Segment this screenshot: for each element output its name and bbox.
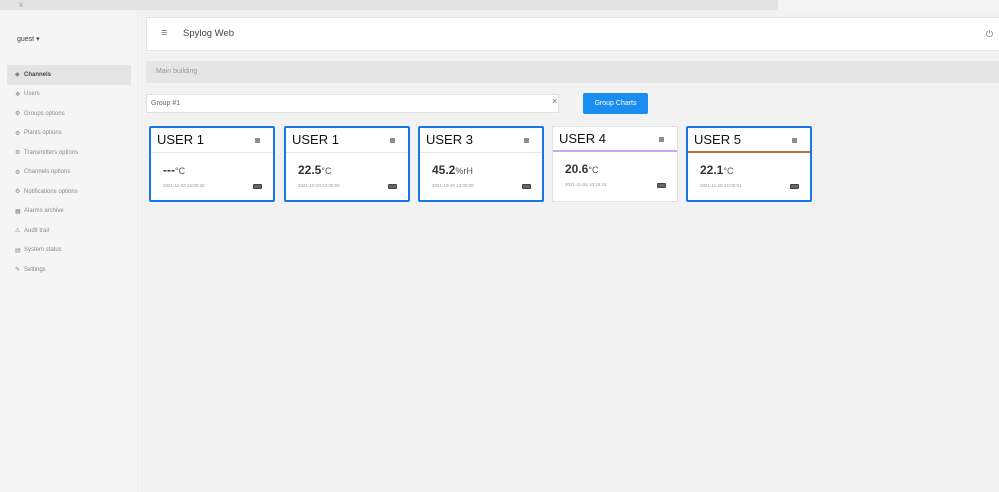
channel-name: USER 5: [694, 132, 741, 147]
status-square-icon: [524, 138, 529, 143]
channel-reading: ---°C: [163, 163, 185, 177]
sidebar-item-channels-options[interactable]: ⚙ Channels options: [7, 163, 131, 183]
reading-value: 22.5: [298, 163, 322, 177]
clear-group-icon[interactable]: ×: [552, 96, 557, 106]
status-square-icon: [255, 138, 260, 143]
sidebar-item-icon: ◆: [15, 72, 20, 79]
sidebar-nav: ◆ Channels ❖ Users ⚙ Groups options ⚙ Plants op…: [7, 65, 131, 280]
channel-card[interactable]: USER 5 22.1°C 2021-11-28 15:00:01: [686, 126, 812, 202]
reading-unit: °C: [175, 166, 186, 176]
breadcrumb: Main building: [146, 61, 999, 83]
battery-icon: [388, 184, 397, 189]
sidebar: guest ▾ ◆ Channels ❖ Users ⚙ Groups options ⚙ P…: [0, 10, 138, 492]
sidebar-item-label: Channels: [24, 71, 52, 78]
reading-timestamp: 2021-11-28 15:00:01: [700, 183, 742, 188]
channel-name: USER 3: [426, 132, 473, 147]
sidebar-item-label: Settings: [24, 266, 46, 273]
sidebar-item-label: Transmitters options: [24, 149, 79, 156]
sidebar-item-icon: ▤: [15, 247, 21, 254]
app-title: Spylog Web: [183, 28, 235, 39]
sidebar-item-icon: ⚙: [15, 189, 21, 196]
sidebar-item-icon: ⚙: [15, 111, 21, 118]
channel-card-header: USER 4: [553, 127, 677, 152]
sidebar-item-icon: ❖: [15, 91, 21, 98]
app-bar: ≡ Spylog Web ⏻: [146, 17, 999, 51]
channel-reading: 22.1°C: [700, 163, 733, 177]
sidebar-item-plants-options[interactable]: ⚙ Plants options: [7, 124, 131, 144]
sidebar-item-label: Plants options: [24, 130, 62, 137]
window-close-icon[interactable]: x: [19, 0, 23, 9]
sidebar-item-audit-trail[interactable]: ⚠ Audit trail: [7, 221, 131, 241]
battery-icon: [522, 184, 531, 189]
reading-timestamp: 2021-11-04 10:15:18: [565, 182, 607, 187]
battery-icon: [657, 183, 666, 188]
sidebar-item-settings[interactable]: ✎ Settings: [7, 260, 131, 280]
sidebar-item-system-status[interactable]: ▤ System status: [7, 241, 131, 261]
reading-unit: °C: [321, 166, 332, 176]
sidebar-item-channels[interactable]: ◆ Channels: [7, 65, 131, 85]
reading-value: 20.6: [565, 162, 589, 176]
sidebar-item-label: Groups options: [24, 110, 65, 117]
sidebar-item-icon: ⚙: [15, 130, 21, 137]
channel-name: USER 1: [292, 132, 339, 147]
sidebar-item-groups-options[interactable]: ⚙ Groups options: [7, 104, 131, 124]
reading-unit: °C: [588, 165, 599, 175]
reading-unit: %rH: [455, 166, 473, 176]
status-square-icon: [390, 138, 395, 143]
channel-card[interactable]: USER 4 20.6°C 2021-11-04 10:15:18: [552, 126, 678, 202]
menu-icon[interactable]: ≡: [161, 27, 167, 39]
reading-value: 45.2: [432, 163, 456, 177]
channel-reading: 45.2%rH: [432, 163, 473, 177]
group-select[interactable]: Group #1: [146, 94, 559, 113]
window-top-bar-right: [778, 0, 999, 10]
status-square-icon: [659, 137, 664, 142]
main-area: ≡ Spylog Web ⏻ Main building Group #1 × …: [138, 10, 999, 492]
sidebar-item-label: Users: [24, 91, 40, 98]
sidebar-item-icon: ⚠: [15, 228, 21, 235]
channel-name: USER 1: [157, 132, 204, 147]
sidebar-item-label: Audit trail: [24, 227, 50, 234]
reading-value: ---: [163, 163, 175, 177]
reading-timestamp: 2021-10-20 13:00:00: [298, 183, 340, 188]
reading-timestamp: 2021-11-02 15:00:30: [163, 183, 205, 188]
channel-card-header: USER 1: [151, 128, 273, 153]
sidebar-item-label: Channels options: [24, 169, 71, 176]
channel-reading: 20.6°C: [565, 162, 598, 176]
channel-card-header: USER 1: [286, 128, 408, 153]
sidebar-item-label: Alarms archive: [24, 208, 64, 215]
channel-name: USER 4: [559, 131, 606, 146]
channel-card[interactable]: USER 3 45.2%rH 2021-10-20 13:00:00: [418, 126, 544, 202]
sidebar-item-icon: ⚙: [15, 169, 21, 176]
sidebar-item-icon: ▦: [15, 208, 21, 215]
reading-timestamp: 2021-10-20 13:00:00: [432, 183, 474, 188]
sidebar-item-alarms-archive[interactable]: ▦ Alarms archive: [7, 202, 131, 222]
sidebar-item-users[interactable]: ❖ Users: [7, 85, 131, 105]
channel-card[interactable]: USER 1 22.5°C 2021-10-20 13:00:00: [284, 126, 410, 202]
reading-value: 22.1: [700, 163, 724, 177]
channel-reading: 22.5°C: [298, 163, 331, 177]
sidebar-item-label: System status: [24, 247, 62, 254]
power-icon[interactable]: ⏻: [986, 29, 993, 40]
channel-card-header: USER 5: [688, 128, 810, 153]
sidebar-item-icon: ✎: [15, 267, 21, 274]
sidebar-item-icon: ⚙: [15, 150, 21, 157]
status-square-icon: [792, 138, 797, 143]
sidebar-item-notifications-options[interactable]: ⚙ Notifications options: [7, 182, 131, 202]
group-charts-button[interactable]: Group Charts: [583, 93, 648, 114]
sidebar-item-label: Notifications options: [24, 188, 78, 195]
battery-icon: [253, 184, 262, 189]
sidebar-item-transmitters-options[interactable]: ⚙ Transmitters options: [7, 143, 131, 163]
reading-unit: °C: [723, 166, 734, 176]
user-menu-dropdown[interactable]: guest ▾: [17, 35, 40, 43]
window-top-bar: [0, 0, 778, 10]
battery-icon: [790, 184, 799, 189]
channel-card[interactable]: USER 1 ---°C 2021-11-02 15:00:30: [149, 126, 275, 202]
channel-card-header: USER 3: [420, 128, 542, 153]
